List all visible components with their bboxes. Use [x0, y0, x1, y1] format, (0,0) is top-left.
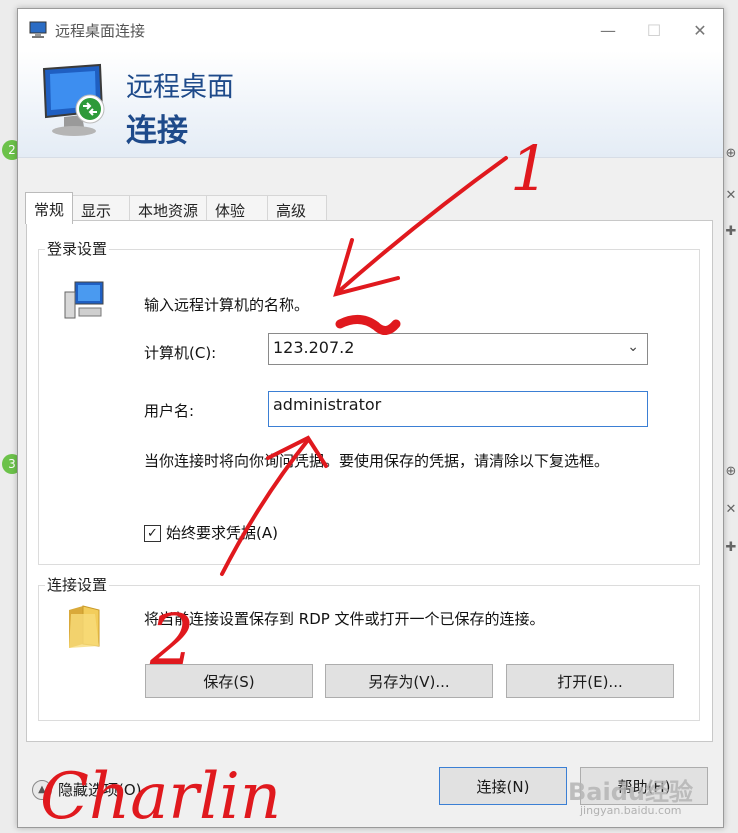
tab-advanced[interactable]: 高级: [267, 195, 328, 222]
connect-button[interactable]: 连接(N): [439, 767, 567, 805]
connection-settings-legend: 连接设置: [45, 574, 110, 595]
hide-options-toggle[interactable]: ▲ 隐藏选项(O): [32, 779, 142, 800]
edge-icon: ⊕: [725, 146, 737, 161]
folder-icon: [69, 605, 100, 648]
minimize-button[interactable]: —: [585, 9, 631, 51]
username-label: 用户名:: [144, 402, 195, 420]
chevron-up-icon: ▲: [32, 779, 52, 800]
title-bar: 远程桌面连接 — ☐ ✕: [18, 9, 723, 51]
rdp-window: 远程桌面连接 — ☐ ✕ 远程桌面 连接 常规 显示 本地资源 体验 高级 登录…: [17, 8, 724, 828]
header-banner: 远程桌面 连接: [18, 51, 723, 158]
chevron-down-icon[interactable]: ⌄: [627, 339, 639, 355]
username-input[interactable]: administrator: [268, 391, 648, 427]
credential-note: 当你连接时将向你询问凭据。要使用保存的凭据，请清除以下复选框。: [144, 452, 610, 470]
connection-settings-group: 连接设置 将当前连接设置保存到 RDP 文件或打开一个已保存的连接。 保存(S)…: [38, 574, 700, 721]
computer-value: 123.207.2: [273, 338, 355, 357]
computer-label: 计算机(C):: [144, 344, 217, 362]
close-button[interactable]: ✕: [677, 9, 723, 51]
banner-title-line1: 远程桌面: [126, 72, 234, 103]
edge-icon: ✚: [725, 540, 737, 555]
save-as-button[interactable]: 另存为(V)...: [325, 664, 493, 698]
remote-desktop-icon: [29, 21, 47, 38]
window-title: 远程桌面连接: [55, 22, 146, 40]
tab-general[interactable]: 常规: [25, 192, 74, 224]
banner-title-line2: 连接: [126, 113, 188, 149]
hide-options-label: 隐藏选项(O): [58, 781, 142, 799]
edge-icon: ✚: [725, 224, 737, 239]
login-prompt: 输入远程计算机的名称。: [144, 296, 310, 314]
general-tab-panel: 登录设置 输入远程计算机的名称。 计算机(C): 123.207.2 ⌄ 用户名…: [26, 220, 713, 742]
login-settings-group: 登录设置 输入远程计算机的名称。 计算机(C): 123.207.2 ⌄ 用户名…: [38, 238, 700, 565]
tab-display[interactable]: 显示: [72, 195, 131, 222]
tab-strip: 常规 显示 本地资源 体验 高级: [25, 192, 328, 224]
save-button[interactable]: 保存(S): [145, 664, 313, 698]
tab-local-resources[interactable]: 本地资源: [129, 195, 208, 222]
computer-icon: [64, 281, 104, 319]
login-settings-legend: 登录设置: [45, 238, 110, 259]
watermark-brand: Baidu经验: [568, 778, 693, 806]
maximize-button[interactable]: ☐: [631, 9, 677, 51]
edge-icon: ✕: [725, 188, 737, 203]
watermark-url: jingyan.baidu.com: [580, 804, 682, 817]
connection-settings-desc: 将当前连接设置保存到 RDP 文件或打开一个已保存的连接。: [144, 610, 545, 628]
always-ask-credentials-label[interactable]: 始终要求凭据(A): [166, 522, 278, 543]
tab-experience[interactable]: 体验: [206, 195, 269, 222]
always-ask-credentials-checkbox[interactable]: ✓: [144, 525, 161, 542]
open-button[interactable]: 打开(E)...: [506, 664, 674, 698]
remote-desktop-logo-icon: [42, 63, 105, 136]
edge-icon: ⊕: [725, 464, 737, 479]
edge-icon: ✕: [725, 502, 737, 517]
computer-combobox[interactable]: 123.207.2 ⌄: [268, 333, 648, 365]
